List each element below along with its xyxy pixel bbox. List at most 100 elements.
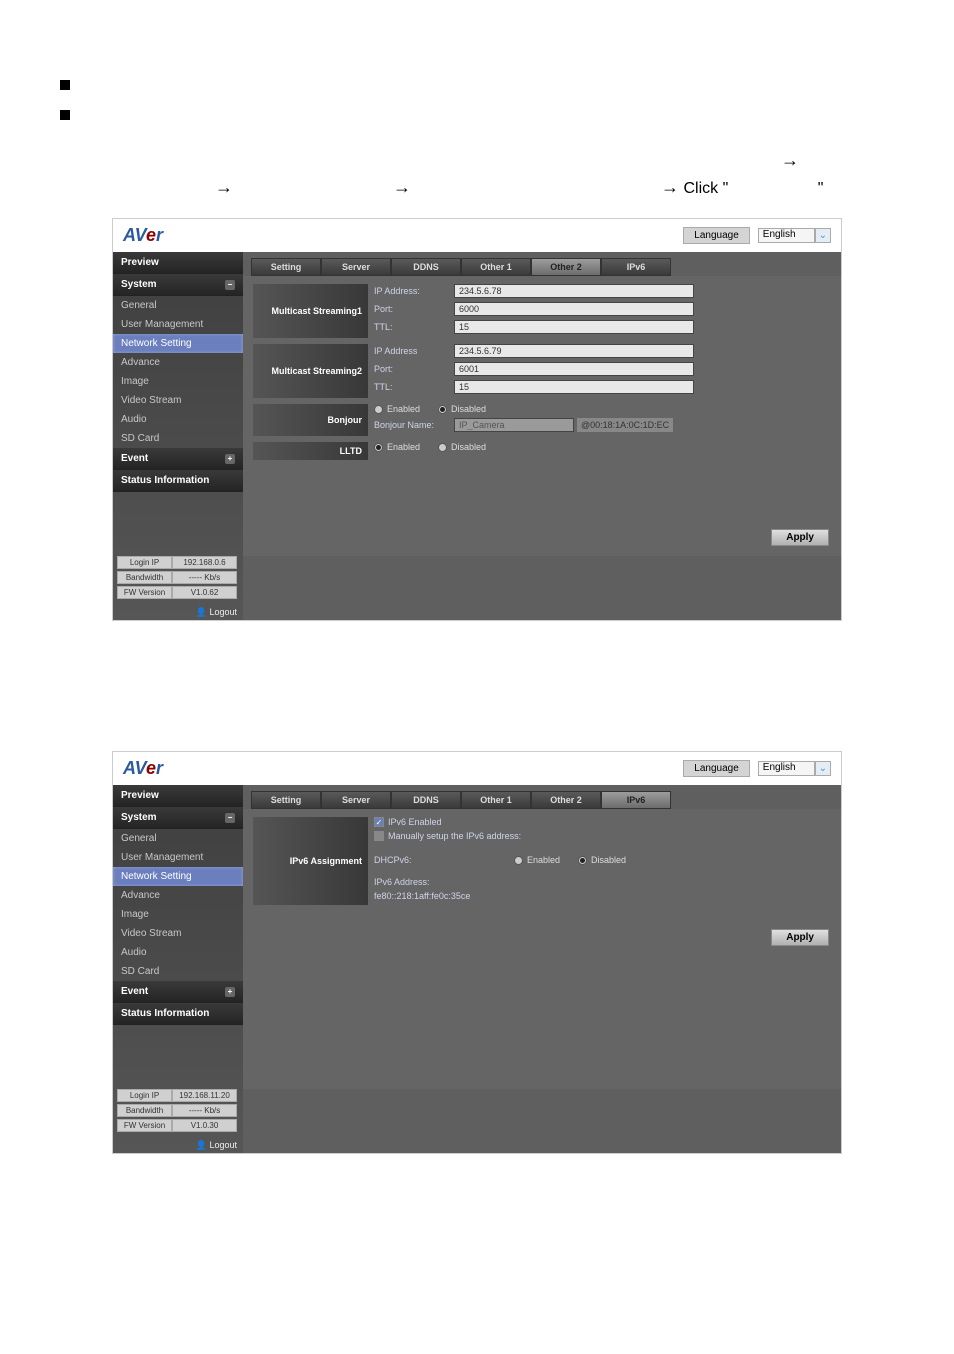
brand-logo: AVer — [123, 225, 163, 246]
mc1-port-input[interactable] — [454, 302, 694, 316]
sidebar-item-network-setting[interactable]: Network Setting — [113, 334, 243, 353]
language-select[interactable]: English — [758, 228, 815, 243]
sidebar-item-sd-card[interactable]: SD Card — [113, 962, 243, 981]
logout-row[interactable]: 👤 Logout — [113, 1138, 243, 1153]
arrow-icon: → — [215, 177, 233, 198]
sidebar-item-video-stream[interactable]: Video Stream — [113, 924, 243, 943]
chevron-down-icon[interactable]: ⌄ — [815, 761, 831, 776]
bonjour-name-input[interactable] — [454, 418, 574, 432]
dhcpv6-enabled-radio[interactable] — [514, 856, 523, 865]
sidebar-item-advance[interactable]: Advance — [113, 353, 243, 372]
tab-other1[interactable]: Other 1 — [461, 791, 531, 809]
sidebar-item-user-management[interactable]: User Management — [113, 315, 243, 334]
chevron-down-icon[interactable]: ⌄ — [815, 228, 831, 243]
sidebar-event-header[interactable]: Event + — [113, 981, 243, 1003]
arrow-icon: → — [781, 150, 799, 171]
status-fw-label: FW Version — [117, 586, 172, 599]
tab-other2[interactable]: Other 2 — [531, 791, 601, 809]
lltd-enabled-label: Enabled — [387, 442, 420, 452]
logout-row[interactable]: 👤 Logout — [113, 605, 243, 620]
sidebar-preview[interactable]: Preview — [113, 785, 243, 807]
status-fw-value: V1.0.62 — [172, 586, 237, 599]
mc1-ip-label: IP Address: — [374, 286, 454, 296]
arrow-icon: → — [661, 177, 679, 197]
ipv6-manual-checkbox[interactable]: ✓ — [374, 831, 384, 841]
sidebar-event-label: Event — [121, 453, 148, 464]
tab-ddns[interactable]: DDNS — [391, 258, 461, 276]
tab-setting[interactable]: Setting — [251, 258, 321, 276]
mc2-port-label: Port: — [374, 364, 454, 374]
sidebar-system-header[interactable]: System − — [113, 807, 243, 829]
lltd-enabled-radio[interactable] — [374, 443, 383, 452]
sidebar-status-label: Status Information — [121, 475, 209, 486]
sidebar-item-advance[interactable]: Advance — [113, 886, 243, 905]
tab-other2[interactable]: Other 2 — [531, 258, 601, 276]
sidebar-item-general[interactable]: General — [113, 296, 243, 315]
tab-ipv6[interactable]: IPv6 — [601, 258, 671, 276]
sidebar-system-label: System — [121, 279, 157, 290]
sidebar-item-general[interactable]: General — [113, 829, 243, 848]
sidebar-item-image[interactable]: Image — [113, 905, 243, 924]
arrow-icon: → — [393, 177, 411, 198]
bonjour-disabled-radio[interactable] — [438, 405, 447, 414]
mc2-port-input[interactable] — [454, 362, 694, 376]
ipv6-section-label: IPv6 Assignment — [253, 817, 368, 905]
ipv6-enabled-label: IPv6 Enabled — [388, 817, 442, 827]
tab-server[interactable]: Server — [321, 791, 391, 809]
ipv6-addr-label: IPv6 Address: — [374, 877, 430, 887]
tabs: Setting Server DDNS Other 1 Other 2 IPv6 — [243, 785, 841, 809]
language-button[interactable]: Language — [683, 760, 750, 777]
status-login-ip-label: Login IP — [117, 556, 172, 569]
mc1-ip-input[interactable] — [454, 284, 694, 298]
mc1-ttl-input[interactable] — [454, 320, 694, 334]
sidebar-item-network-setting[interactable]: Network Setting — [113, 867, 243, 886]
sidebar-item-audio[interactable]: Audio — [113, 410, 243, 429]
bonjour-disabled-label: Disabled — [451, 404, 486, 414]
sidebar-preview[interactable]: Preview — [113, 252, 243, 274]
bonjour-enabled-radio[interactable] — [374, 405, 383, 414]
language-button[interactable]: Language — [683, 227, 750, 244]
mc2-ttl-label: TTL: — [374, 382, 454, 392]
apply-button[interactable]: Apply — [771, 529, 829, 546]
tab-setting[interactable]: Setting — [251, 791, 321, 809]
minus-icon[interactable]: − — [225, 280, 235, 290]
sidebar-status-info[interactable]: Status Information — [113, 470, 243, 492]
tab-other1[interactable]: Other 1 — [461, 258, 531, 276]
sidebar-item-sd-card[interactable]: SD Card — [113, 429, 243, 448]
user-icon: 👤 — [196, 607, 207, 618]
tabs: Setting Server DDNS Other 1 Other 2 IPv6 — [243, 252, 841, 276]
sidebar-event-header[interactable]: Event + — [113, 448, 243, 470]
minus-icon[interactable]: − — [225, 813, 235, 823]
plus-icon[interactable]: + — [225, 454, 235, 464]
dhcpv6-disabled-radio[interactable] — [578, 856, 587, 865]
sidebar-system-header[interactable]: System − — [113, 274, 243, 296]
sidebar-item-audio[interactable]: Audio — [113, 943, 243, 962]
click-text: Click " — [683, 180, 728, 197]
status-fw-label: FW Version — [117, 1119, 172, 1132]
mc2-ttl-input[interactable] — [454, 380, 694, 394]
dhcpv6-disabled-label: Disabled — [591, 855, 626, 865]
apply-button[interactable]: Apply — [771, 929, 829, 946]
sidebar-status-info[interactable]: Status Information — [113, 1003, 243, 1025]
mc2-ip-label: IP Address — [374, 346, 454, 356]
language-select[interactable]: English — [758, 761, 815, 776]
mc1-port-label: Port: — [374, 304, 454, 314]
status-login-ip-value: 192.168.11.20 — [172, 1089, 237, 1102]
status-fw-value: V1.0.30 — [172, 1119, 237, 1132]
plus-icon[interactable]: + — [225, 987, 235, 997]
tab-server[interactable]: Server — [321, 258, 391, 276]
sidebar-item-user-management[interactable]: User Management — [113, 848, 243, 867]
logout-label: Logout — [209, 1140, 237, 1150]
sidebar-item-video-stream[interactable]: Video Stream — [113, 391, 243, 410]
status-bandwidth-label: Bandwidth — [117, 1104, 172, 1117]
status-bandwidth-value: ----- Kb/s — [172, 1104, 237, 1117]
dhcpv6-label: DHCPv6: — [374, 855, 514, 865]
tab-ipv6[interactable]: IPv6 — [601, 791, 671, 809]
sidebar-item-image[interactable]: Image — [113, 372, 243, 391]
mc2-ip-input[interactable] — [454, 344, 694, 358]
lltd-disabled-radio[interactable] — [438, 443, 447, 452]
ipv6-enabled-checkbox[interactable]: ✓ — [374, 817, 384, 827]
tab-ddns[interactable]: DDNS — [391, 791, 461, 809]
bonjour-section-label: Bonjour — [253, 404, 368, 436]
brand-logo: AVer — [123, 758, 163, 779]
